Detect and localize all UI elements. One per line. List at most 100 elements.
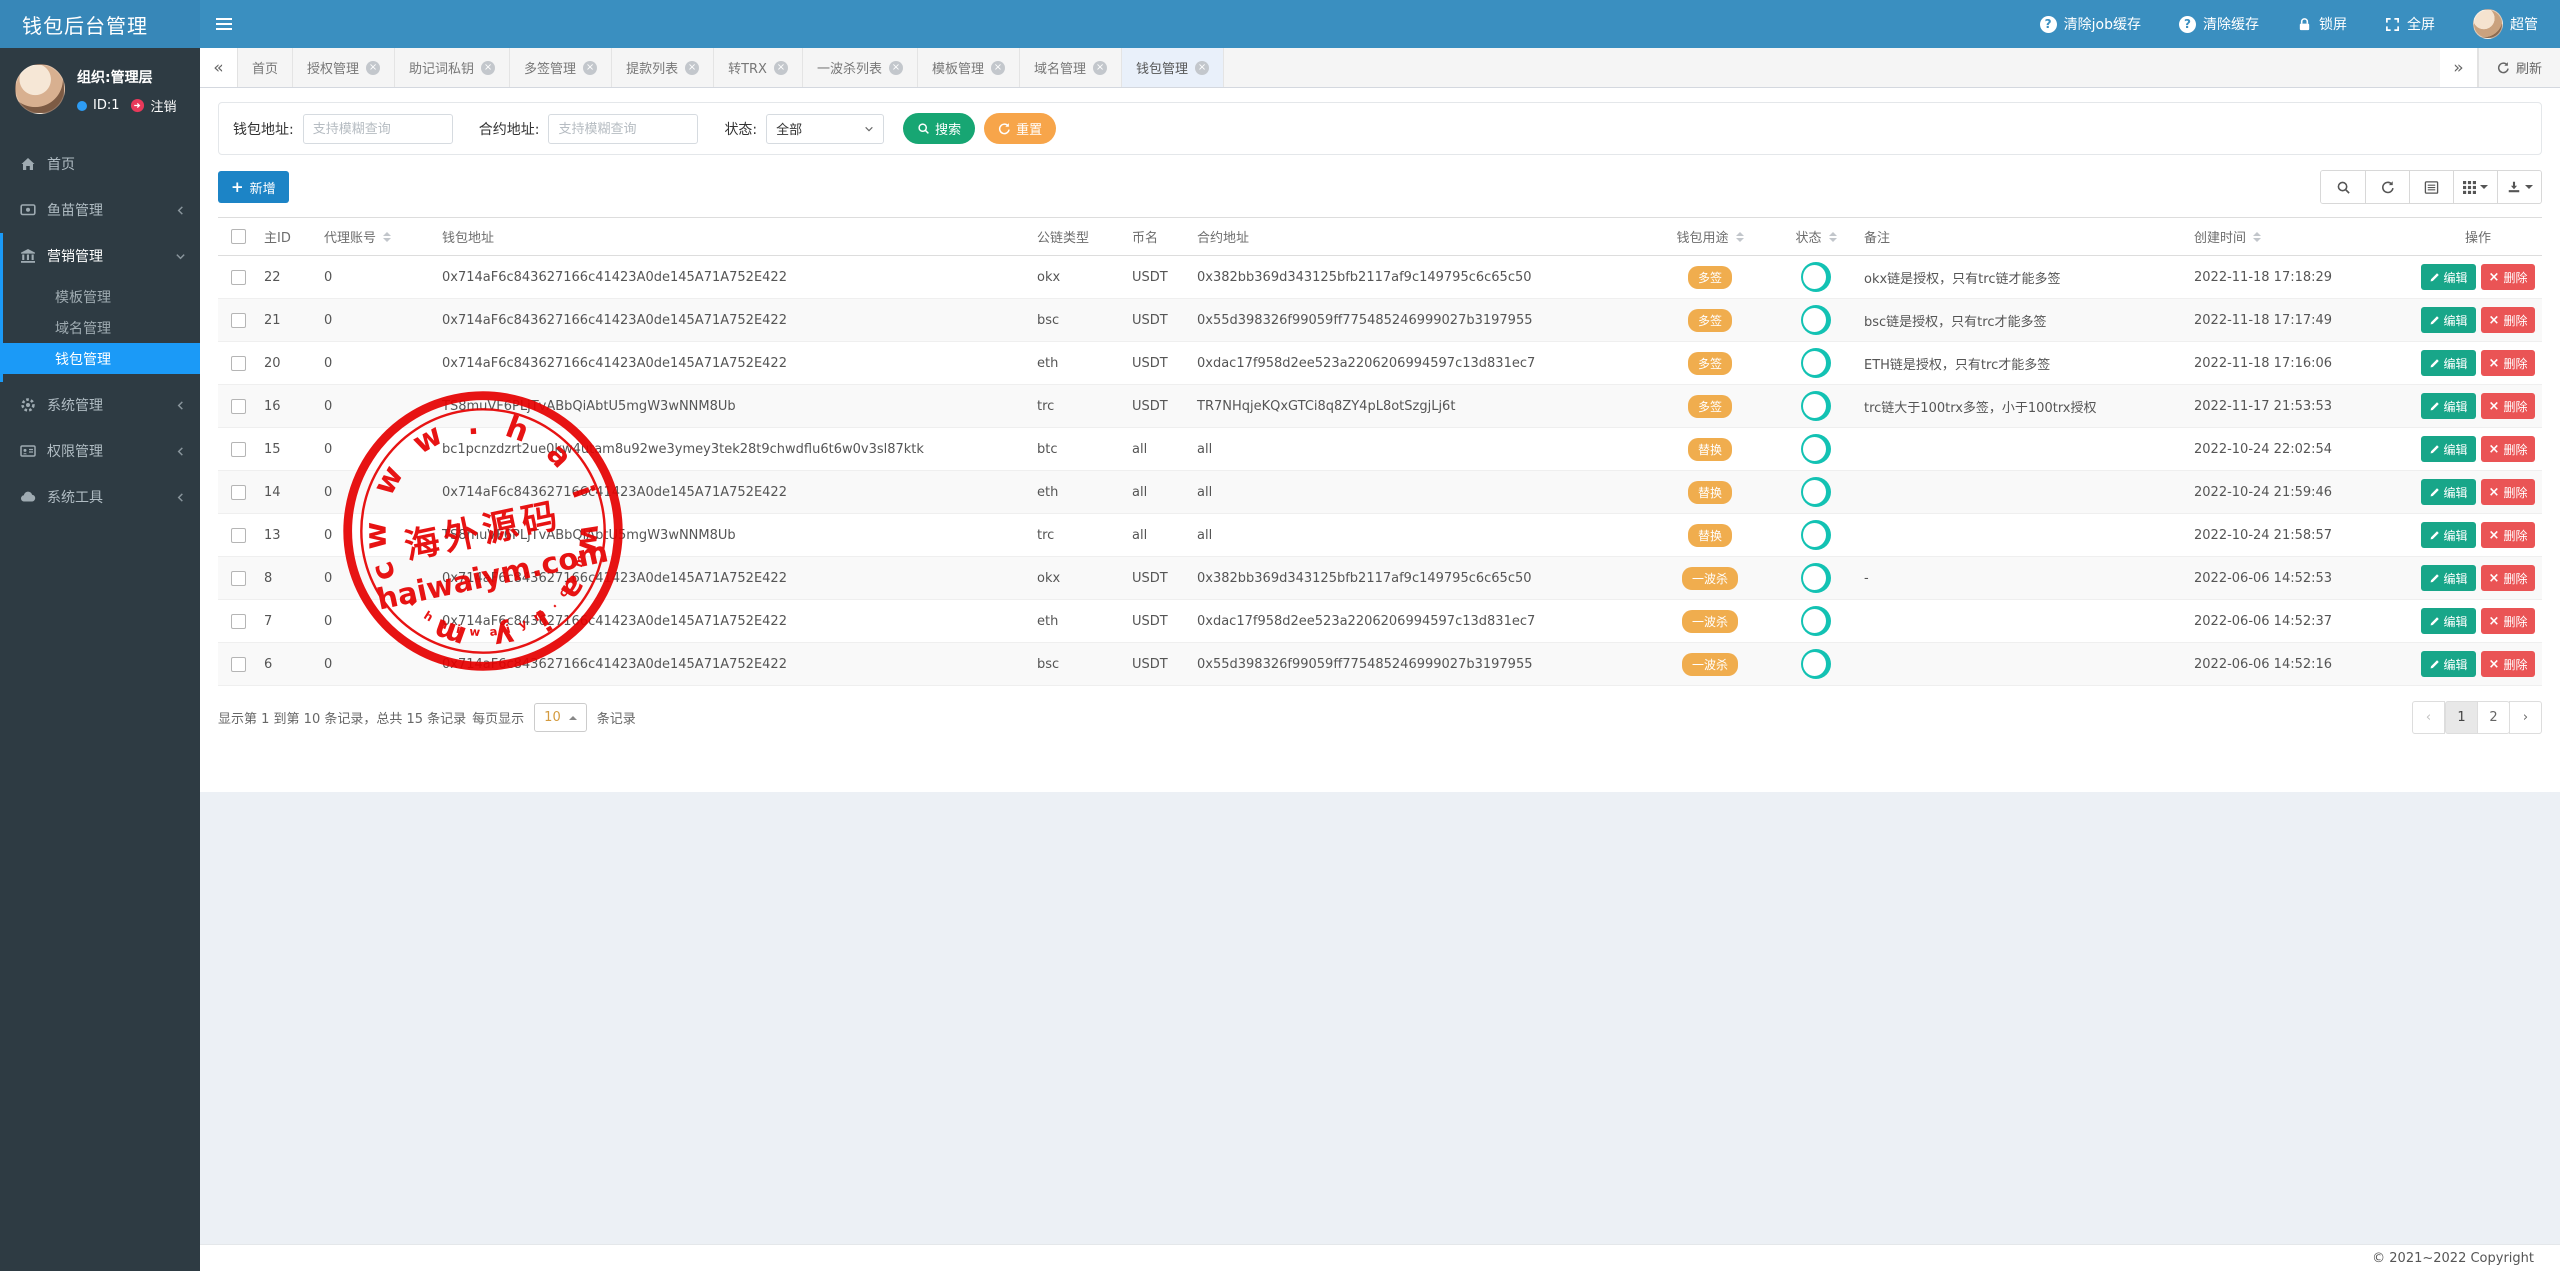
sidebar-item[interactable]: 权限管理 (0, 428, 200, 474)
tab-close-icon[interactable]: × (888, 60, 903, 75)
sidebar-subitem[interactable]: 模板管理 (3, 281, 200, 312)
clear-job-cache-button[interactable]: ? 清除job缓存 (2039, 14, 2141, 34)
column-header-agent[interactable]: 代理账号 (318, 227, 436, 246)
tab[interactable]: 域名管理 × (1020, 48, 1123, 87)
row-checkbox[interactable] (230, 484, 246, 500)
status-toggle[interactable] (1801, 391, 1831, 421)
select-all-checkbox[interactable] (230, 229, 246, 244)
delete-button[interactable]: × 删除 (2480, 479, 2536, 505)
refresh-tab-button[interactable]: 刷新 (2477, 48, 2560, 87)
status-select[interactable]: 全部 (766, 113, 885, 144)
edit-button[interactable]: 编辑 (2420, 264, 2476, 290)
status-toggle[interactable] (1801, 606, 1831, 636)
delete-button[interactable]: × 删除 (2480, 307, 2536, 333)
app-logo[interactable]: 钱包后台管理 (0, 0, 200, 48)
status-toggle[interactable] (1801, 649, 1831, 679)
delete-button[interactable]: × 删除 (2480, 393, 2536, 419)
row-checkbox[interactable] (230, 527, 246, 543)
status-toggle[interactable] (1801, 563, 1831, 593)
per-page-select[interactable]: 10 (534, 703, 587, 732)
sidebar-item[interactable]: 鱼苗管理 (0, 187, 200, 233)
delete-button[interactable]: × 删除 (2480, 651, 2536, 677)
sort-icon[interactable] (1735, 231, 1744, 242)
edit-button[interactable]: 编辑 (2420, 651, 2476, 677)
tab[interactable]: 授权管理 × (293, 48, 396, 87)
search-button[interactable]: 搜索 (903, 113, 976, 144)
sidebar-item[interactable]: 首页 (0, 141, 200, 187)
row-checkbox[interactable] (230, 570, 246, 586)
edit-button[interactable]: 编辑 (2420, 393, 2476, 419)
add-button[interactable]: + 新增 (218, 171, 289, 203)
column-header-usage[interactable]: 钱包用途 (1646, 227, 1774, 246)
detail-view-button[interactable] (2409, 171, 2453, 203)
edit-button[interactable]: 编辑 (2420, 479, 2476, 505)
row-checkbox[interactable] (230, 398, 246, 414)
delete-button[interactable]: × 删除 (2480, 436, 2536, 462)
delete-button[interactable]: × 删除 (2480, 350, 2536, 376)
edit-button[interactable]: 编辑 (2420, 307, 2476, 333)
tab-close-icon[interactable]: × (1195, 60, 1210, 75)
status-toggle[interactable] (1801, 477, 1831, 507)
edit-button[interactable]: 编辑 (2420, 565, 2476, 591)
status-toggle[interactable] (1801, 520, 1831, 550)
tab-close-icon[interactable]: × (481, 60, 496, 75)
tab[interactable]: 模板管理 × (918, 48, 1020, 87)
tab-close-icon[interactable]: × (773, 60, 788, 75)
row-checkbox[interactable] (230, 269, 246, 285)
sidebar-subitem[interactable]: 域名管理 (3, 312, 200, 343)
delete-button[interactable]: × 删除 (2480, 608, 2536, 634)
column-header-created[interactable]: 创建时间 (2188, 227, 2418, 246)
tab[interactable]: 一波杀列表 × (803, 48, 918, 87)
tabs-scroll-left-button[interactable]: « (200, 48, 238, 87)
delete-button[interactable]: × 删除 (2480, 264, 2536, 290)
wallet-address-input[interactable] (302, 113, 453, 144)
prev-page-button[interactable]: ‹ (2412, 701, 2445, 734)
status-toggle[interactable] (1801, 348, 1831, 378)
edit-button[interactable]: 编辑 (2420, 350, 2476, 376)
row-checkbox[interactable] (230, 656, 246, 672)
tab[interactable]: 助记词私钥 × (395, 48, 511, 87)
tab-close-icon[interactable]: × (685, 60, 700, 75)
tab[interactable]: 首页 (238, 48, 294, 87)
sort-icon[interactable] (1828, 231, 1837, 242)
sidebar-item[interactable]: 营销管理 (3, 233, 200, 279)
tab[interactable]: 多签管理 × (510, 48, 613, 87)
reset-button[interactable]: 重置 (984, 113, 1057, 144)
lock-screen-button[interactable]: 锁屏 (2297, 14, 2347, 34)
tab[interactable]: 钱包管理 × (1122, 48, 1225, 87)
status-toggle[interactable] (1801, 434, 1831, 464)
topbar-user[interactable]: 超管 (2473, 9, 2538, 39)
edit-button[interactable]: 编辑 (2420, 436, 2476, 462)
tabs-scroll-right-button[interactable]: » (2439, 48, 2478, 87)
fullscreen-button[interactable]: 全屏 (2385, 14, 2435, 34)
row-checkbox[interactable] (230, 613, 246, 629)
contract-address-input[interactable] (548, 113, 699, 144)
row-checkbox[interactable] (230, 312, 246, 328)
row-checkbox[interactable] (230, 355, 246, 371)
page-number-button[interactable]: 2 (2477, 701, 2510, 734)
tab-close-icon[interactable]: × (1093, 60, 1108, 75)
page-number-button[interactable]: 1 (2445, 701, 2478, 734)
logout-link[interactable]: 注销 (151, 96, 177, 115)
sort-icon[interactable] (383, 231, 392, 242)
table-search-button[interactable] (2321, 171, 2365, 203)
next-page-button[interactable]: › (2509, 701, 2542, 734)
status-toggle[interactable] (1801, 305, 1831, 335)
table-refresh-button[interactable] (2365, 171, 2409, 203)
export-button[interactable] (2497, 171, 2541, 203)
sidebar-subitem[interactable]: 钱包管理 (3, 343, 200, 374)
clear-cache-button[interactable]: ? 清除缓存 (2179, 14, 2259, 34)
delete-button[interactable]: × 删除 (2480, 522, 2536, 548)
tab-close-icon[interactable]: × (991, 60, 1005, 75)
sidebar-item[interactable]: 系统管理 (0, 382, 200, 428)
sort-icon[interactable] (2253, 231, 2262, 242)
sidebar-toggle-button[interactable] (200, 0, 248, 48)
tab[interactable]: 转TRX × (714, 48, 803, 87)
status-toggle[interactable] (1801, 262, 1831, 292)
sidebar-item[interactable]: 系统工具 (0, 474, 200, 520)
columns-button[interactable] (2453, 171, 2497, 203)
tab-close-icon[interactable]: × (583, 60, 598, 75)
row-checkbox[interactable] (230, 441, 246, 457)
edit-button[interactable]: 编辑 (2420, 522, 2476, 548)
edit-button[interactable]: 编辑 (2420, 608, 2476, 634)
